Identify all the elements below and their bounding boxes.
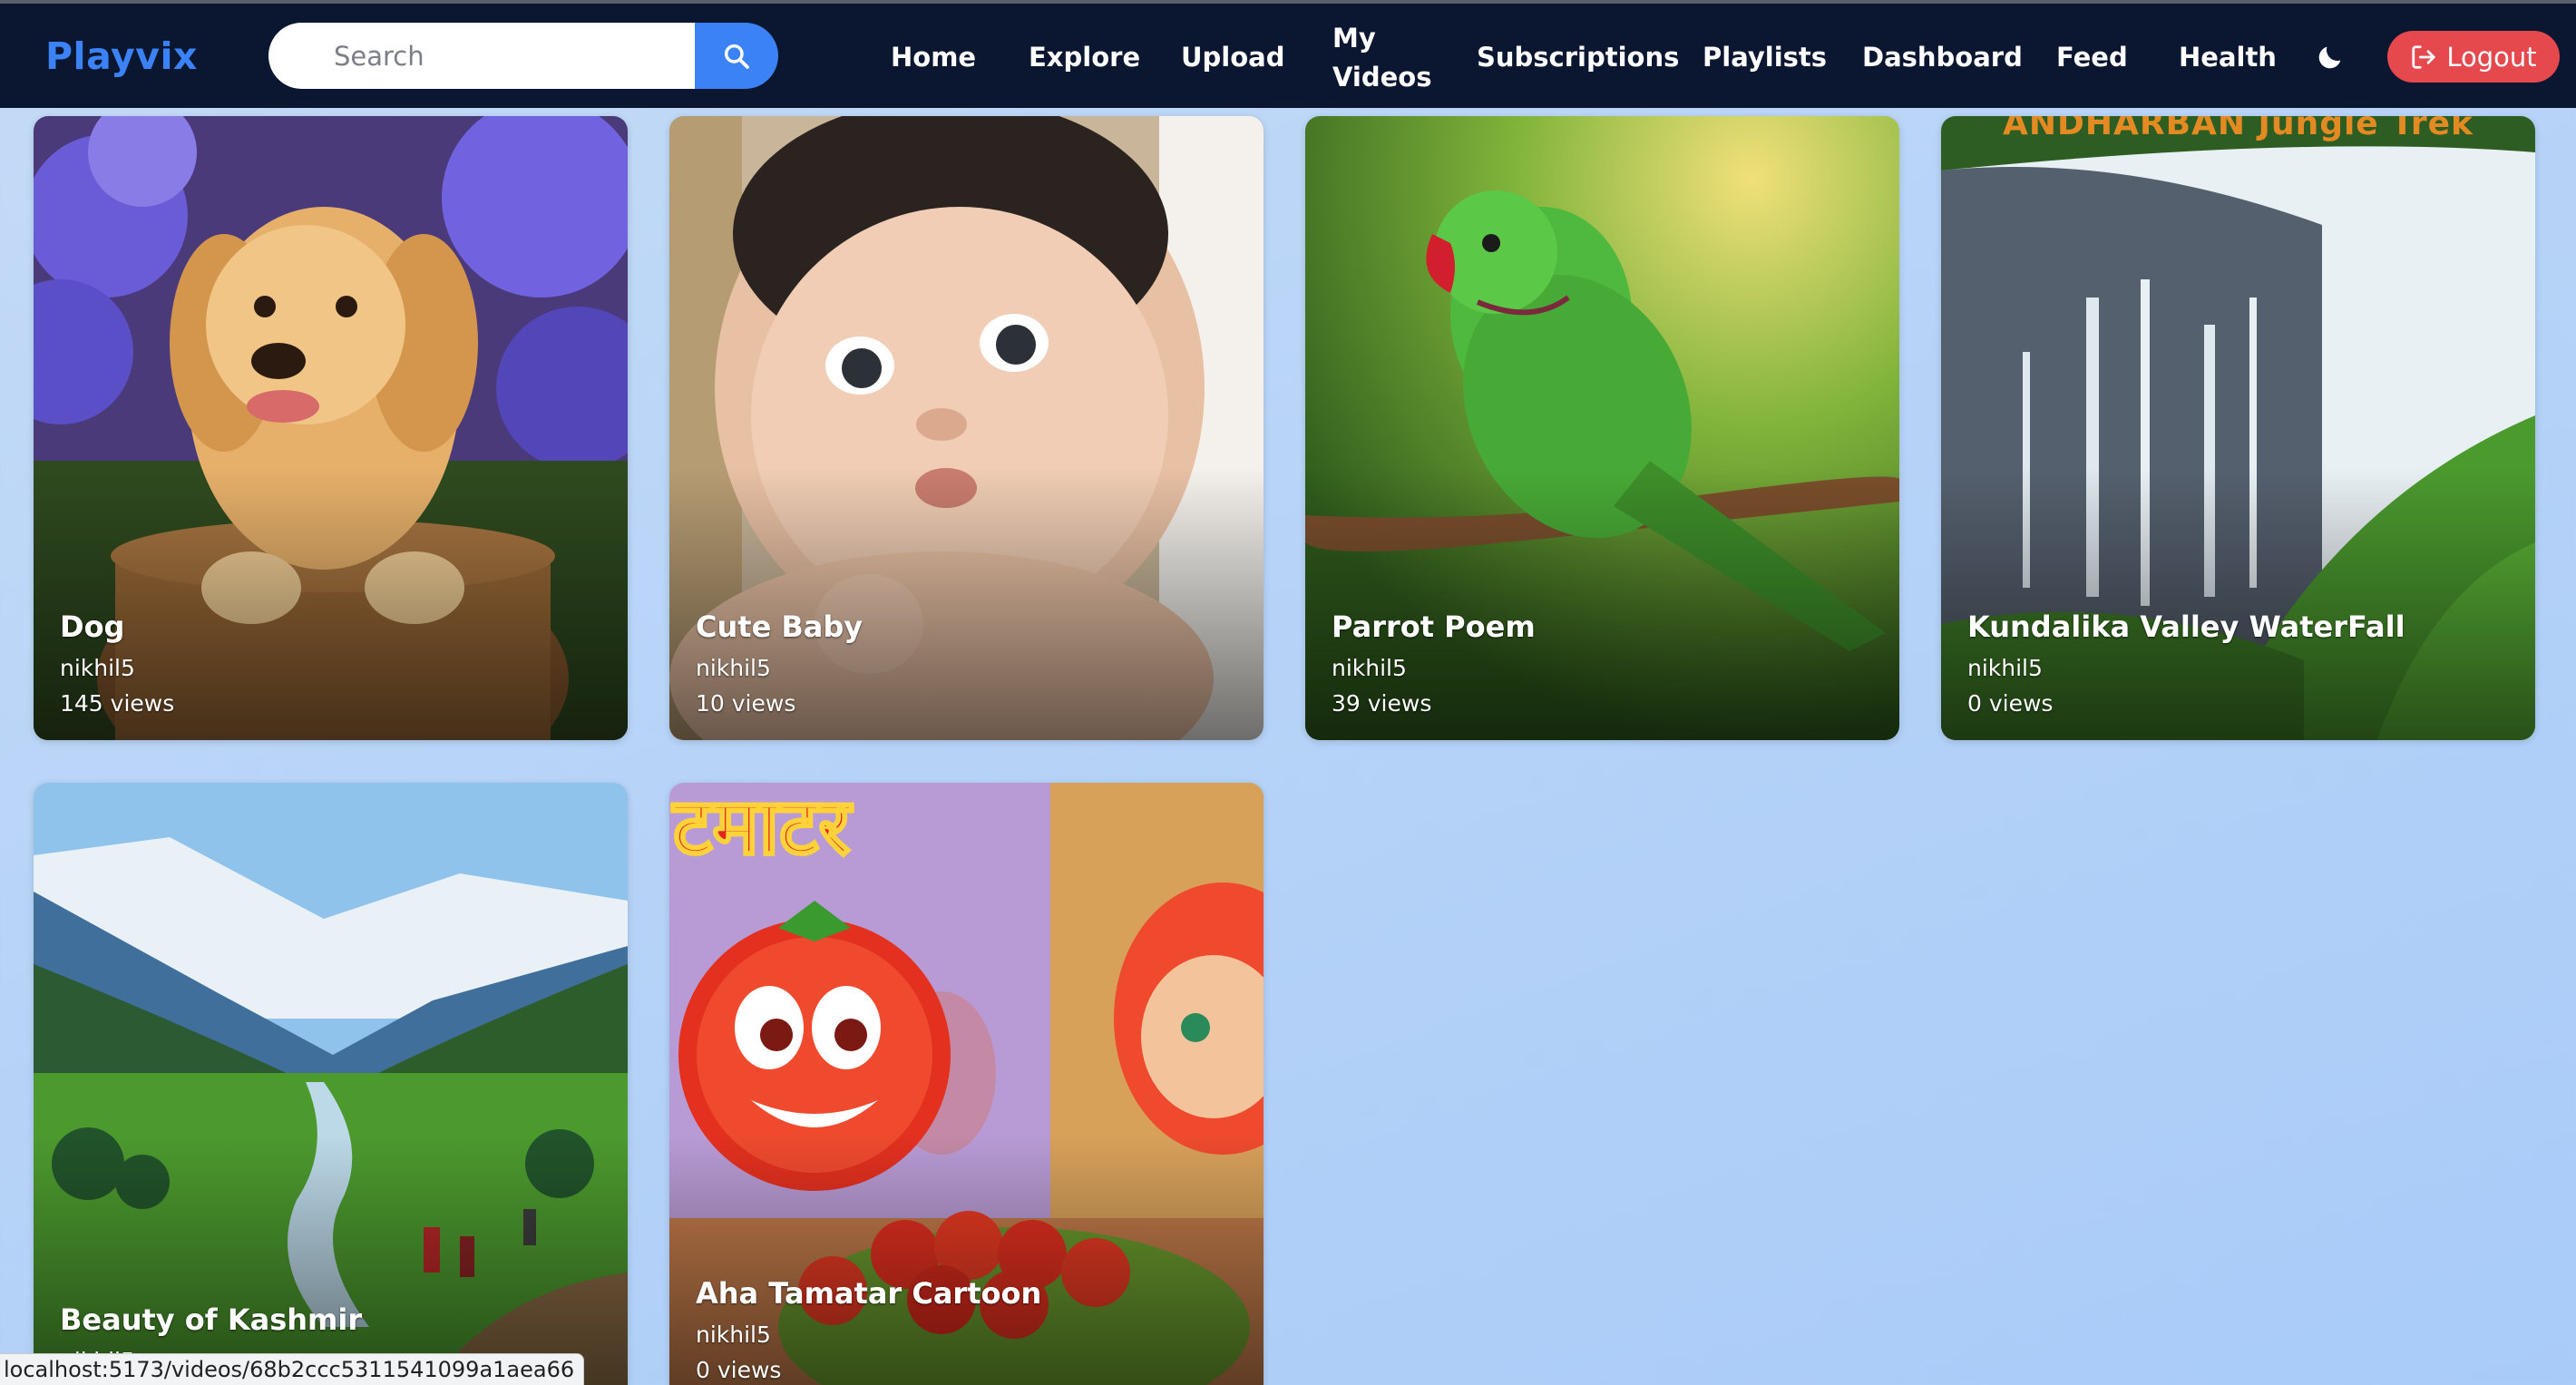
logout-button[interactable]: Logout (2387, 31, 2560, 83)
video-card-aha-tamatar-cartoon[interactable]: टमाटर Aha Tamatar Cartoon nikhil5 0 view… (669, 783, 1264, 1385)
video-info: Cute Baby nikhil5 10 views (696, 610, 863, 717)
nav-subscriptions[interactable]: Subscriptions (1477, 42, 1679, 73)
video-channel: nikhil5 (60, 655, 135, 681)
video-info: Kundalika Valley WaterFall nikhil5 0 vie… (1967, 610, 2405, 717)
video-views: 10 views (696, 690, 796, 717)
video-channel: nikhil5 (696, 655, 771, 681)
browser-status-url: localhost:5173/videos/68b2ccc5311541099a… (0, 1353, 585, 1385)
video-views: 0 views (696, 1357, 782, 1383)
thumbnail-caption: टमाटर (672, 783, 853, 873)
video-card-beauty-of-kashmir[interactable]: Beauty of Kashmir nikhil5 (34, 783, 628, 1385)
video-card-parrot-poem[interactable]: Parrot Poem nikhil5 39 views (1305, 116, 1899, 740)
video-channel: nikhil5 (1967, 655, 2043, 681)
video-views: 145 views (60, 690, 175, 717)
logout-label: Logout (2446, 41, 2537, 73)
video-info: Parrot Poem nikhil5 39 views (1332, 610, 1536, 717)
nav-dashboard[interactable]: Dashboard (1862, 42, 2023, 73)
video-title: Aha Tamatar Cartoon (696, 1276, 1042, 1311)
search-button[interactable] (695, 23, 778, 89)
video-channel: nikhil5 (696, 1322, 771, 1348)
thumbnail-caption: ANDHARBAN Jungle Trek (2003, 116, 2474, 142)
nav-home[interactable]: Home (891, 42, 976, 73)
nav-upload[interactable]: Upload (1181, 42, 1285, 73)
video-card-cute-baby[interactable]: Cute Baby nikhil5 10 views (669, 116, 1264, 740)
video-info: Aha Tamatar Cartoon nikhil5 0 views (696, 1276, 1041, 1383)
nav-health[interactable]: Health (2179, 42, 2277, 73)
video-card-kundalika-valley[interactable]: ANDHARBAN Jungle Trek Kundalika Valley W… (1941, 116, 2535, 740)
moon-icon[interactable] (2315, 42, 2346, 73)
nav-my-videos-line2: Videos (1332, 62, 1432, 93)
search-bar (268, 23, 778, 89)
video-card-dog[interactable]: Dog nikhil5 145 views (34, 116, 628, 740)
video-title: Kundalika Valley WaterFall (1967, 610, 2405, 644)
video-channel: nikhil5 (1332, 655, 1407, 681)
nav-my-videos[interactable]: My Videos (1332, 19, 1432, 97)
video-title: Parrot Poem (1332, 610, 1536, 644)
nav-explore[interactable]: Explore (1029, 42, 1140, 73)
video-title: Dog (60, 610, 125, 644)
nav-playlists[interactable]: Playlists (1703, 42, 1827, 73)
video-info: Dog nikhil5 145 views (60, 610, 174, 717)
video-views: 0 views (1967, 690, 2054, 717)
navbar: Playvix Home Explore Upload My Videos Su… (0, 4, 2576, 108)
nav-my-videos-line1: My (1332, 23, 1376, 54)
search-input[interactable] (268, 23, 695, 89)
video-title: Cute Baby (696, 610, 864, 644)
video-views: 39 views (1332, 690, 1432, 717)
search-icon (724, 44, 749, 69)
app-logo[interactable]: Playvix (45, 34, 198, 78)
logout-icon (2412, 44, 2435, 69)
video-title: Beauty of Kashmir (60, 1302, 363, 1337)
nav-feed[interactable]: Feed (2056, 42, 2128, 73)
